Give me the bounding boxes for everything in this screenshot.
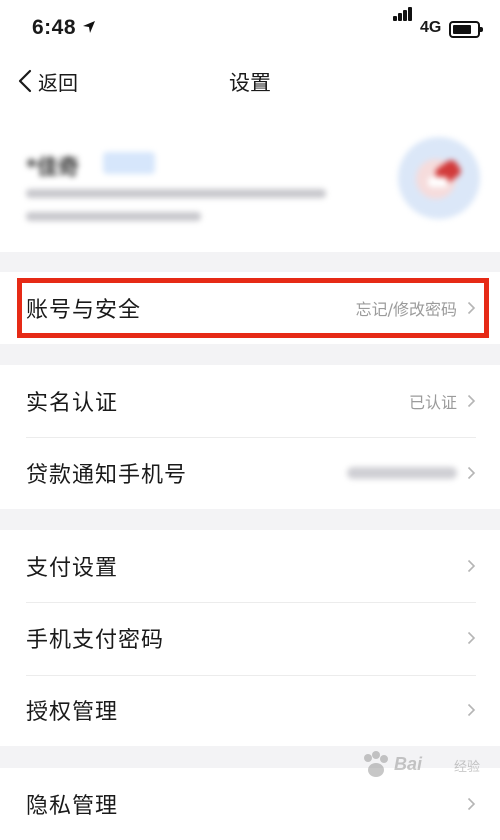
profile-card[interactable]: *佳奇 <box>0 104 500 252</box>
settings-group-payment: 支付设置 手机支付密码 授权管理 <box>0 530 500 746</box>
row-label: 账号与安全 <box>26 298 142 323</box>
watermark-brand: Bai <box>394 754 423 774</box>
chevron-right-icon <box>467 301 476 315</box>
battery-icon <box>449 21 483 38</box>
profile-desc-line <box>26 212 201 221</box>
phone-number-blurred <box>347 467 457 479</box>
row-phone-pay-password[interactable]: 手机支付密码 <box>0 602 500 674</box>
row-label: 授权管理 <box>26 700 119 725</box>
row-label: 贷款通知手机号 <box>26 463 188 488</box>
row-label: 支付设置 <box>26 556 119 581</box>
row-label: 隐私管理 <box>26 794 119 819</box>
row-value: 忘记/修改密码 <box>355 300 457 319</box>
chevron-right-icon <box>467 394 476 408</box>
row-real-name-auth[interactable]: 实名认证 已认证 <box>0 365 500 437</box>
nav-bar: 返回 设置 <box>0 58 500 104</box>
row-payment-settings[interactable]: 支付设置 <box>0 530 500 602</box>
location-arrow-icon <box>83 21 95 33</box>
settings-group-identity: 实名认证 已认证 贷款通知手机号 <box>0 365 500 509</box>
chevron-right-icon <box>467 466 476 480</box>
row-loan-notify-phone[interactable]: 贷款通知手机号 <box>0 437 500 509</box>
status-time: 6:48 <box>32 16 77 39</box>
row-value: 已认证 <box>408 393 457 412</box>
settings-group-account: 账号与安全 忘记/修改密码 <box>0 272 500 344</box>
row-authorization-management[interactable]: 授权管理 <box>0 674 500 746</box>
chevron-right-icon <box>467 797 476 811</box>
row-account-security[interactable]: 账号与安全 忘记/修改密码 <box>0 272 500 344</box>
page-title: 设置 <box>229 71 271 95</box>
network-type: 4G <box>420 19 442 36</box>
profile-desc-line <box>26 189 326 198</box>
status-bar: 6:48 4G <box>0 0 500 58</box>
watermark-sub: 经验 <box>454 760 481 775</box>
paw-logo-icon <box>364 751 388 777</box>
row-label: 实名认证 <box>26 391 119 416</box>
profile-name: *佳奇 <box>26 155 79 179</box>
chevron-right-icon <box>467 559 476 573</box>
profile-badge <box>103 152 155 174</box>
chevron-right-icon <box>467 631 476 645</box>
watermark: Bai 经验 <box>360 742 490 792</box>
row-label: 手机支付密码 <box>26 628 165 653</box>
chevron-right-icon <box>467 703 476 717</box>
avatar[interactable] <box>398 137 480 219</box>
